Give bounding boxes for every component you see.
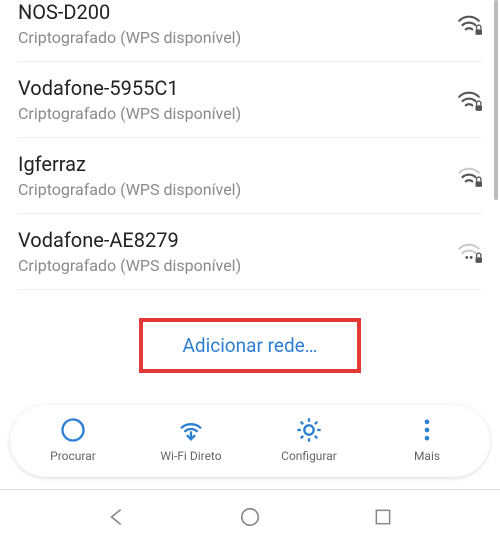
configure-button[interactable]: Configurar [250, 415, 368, 463]
scan-label: Procurar [50, 449, 96, 463]
network-ssid: Igferraz [18, 152, 241, 176]
network-text: Igferraz Criptografado (WPS disponível) [18, 152, 241, 199]
refresh-icon [58, 415, 88, 445]
network-text: NOS-D200 Criptografado (WPS disponível) [18, 0, 241, 47]
add-network-label: Adicionar rede… [139, 318, 362, 373]
wifi-direct-label: Wi-Fi Direto [160, 449, 221, 463]
network-text: Vodafone-5955C1 Criptografado (WPS dispo… [18, 76, 241, 123]
wifi-network-item[interactable]: Igferraz Criptografado (WPS disponível) [18, 138, 482, 214]
network-ssid: Vodafone-AE8279 [18, 228, 241, 252]
wifi-direct-button[interactable]: Wi-Fi Direto [132, 415, 250, 463]
back-icon[interactable] [104, 504, 130, 530]
wifi-signal-icon [456, 163, 482, 189]
wifi-network-item[interactable]: Vodafone-5955C1 Criptografado (WPS dispo… [18, 62, 482, 138]
network-subtext: Criptografado (WPS disponível) [18, 104, 241, 123]
scan-button[interactable]: Procurar [14, 415, 132, 463]
system-nav-bar [0, 489, 500, 543]
more-vertical-icon [412, 415, 442, 445]
more-button[interactable]: Mais [368, 415, 486, 463]
configure-label: Configurar [281, 449, 337, 463]
more-label: Mais [414, 449, 440, 463]
network-subtext: Criptografado (WPS disponível) [18, 180, 241, 199]
network-ssid: NOS-D200 [18, 0, 241, 24]
network-text: Vodafone-AE8279 Criptografado (WPS dispo… [18, 228, 241, 275]
bottom-action-bar: Procurar Wi-Fi Direto [10, 405, 490, 477]
add-network-button[interactable]: Adicionar rede… [18, 296, 482, 395]
wifi-signal-icon [456, 11, 482, 37]
gear-icon [294, 415, 324, 445]
recent-apps-icon[interactable] [370, 504, 396, 530]
scroll-indicator [494, 0, 498, 200]
wifi-signal-icon [456, 239, 482, 265]
wifi-network-item[interactable]: NOS-D200 Criptografado (WPS disponível) [18, 0, 482, 62]
wifi-network-list: NOS-D200 Criptografado (WPS disponível) … [0, 0, 500, 395]
network-subtext: Criptografado (WPS disponível) [18, 256, 241, 275]
wifi-direct-icon [176, 415, 206, 445]
network-subtext: Criptografado (WPS disponível) [18, 28, 241, 47]
wifi-signal-icon [456, 87, 482, 113]
home-icon[interactable] [237, 504, 263, 530]
network-ssid: Vodafone-5955C1 [18, 76, 241, 100]
wifi-network-item[interactable]: Vodafone-AE8279 Criptografado (WPS dispo… [18, 214, 482, 290]
